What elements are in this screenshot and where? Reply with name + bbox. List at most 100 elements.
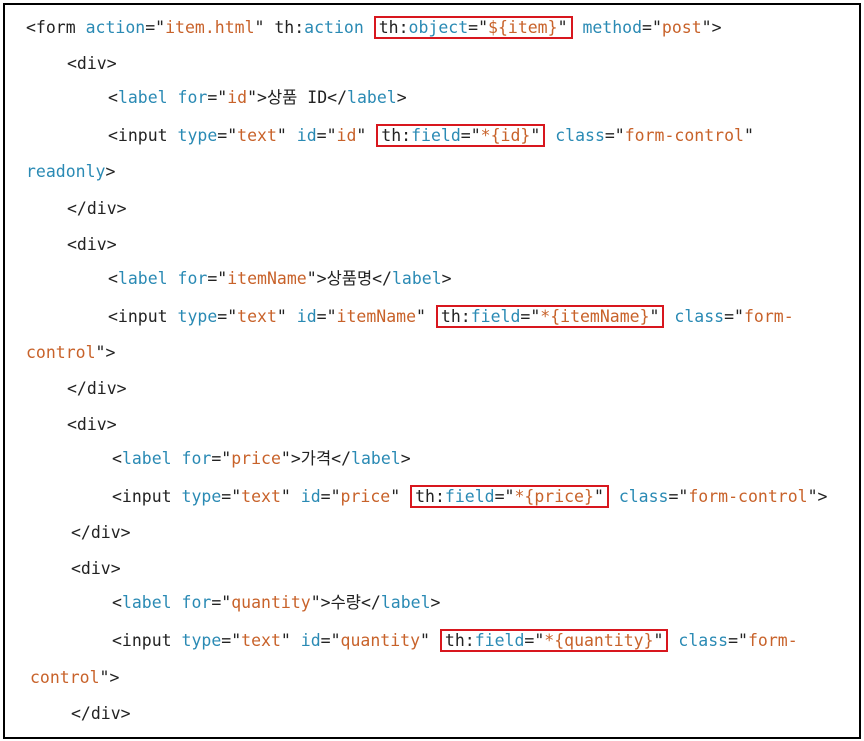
code-token: id xyxy=(296,307,317,326)
code-token: type xyxy=(177,307,218,326)
code-token: <input xyxy=(108,307,178,326)
code-token: price xyxy=(231,449,281,468)
code-token: " xyxy=(649,307,660,326)
code-token: id xyxy=(296,126,317,145)
code-token: < xyxy=(112,593,122,612)
code-token: type xyxy=(181,631,222,650)
code-token: field xyxy=(411,126,461,145)
code-line: <input type="text" id="quantity" th:fiel… xyxy=(112,629,798,652)
code-token: text xyxy=(237,307,277,326)
code-token: quantity xyxy=(340,631,421,650)
code-line: <input type="text" id="id" th:field="*{i… xyxy=(108,124,754,147)
code-token: " xyxy=(416,307,436,326)
code-line: <input type="text" id="price" th:field="… xyxy=(112,485,828,508)
code-line: </div> xyxy=(67,198,127,220)
code-token: label xyxy=(347,88,397,107)
code-token: " xyxy=(530,126,541,145)
code-token: =" xyxy=(320,631,341,650)
code-token: th: xyxy=(415,487,445,506)
code-token: =" xyxy=(217,307,238,326)
highlight-box: th:field="*{price}" xyxy=(410,485,609,508)
code-token: text xyxy=(241,487,281,506)
code-token: " xyxy=(557,18,568,37)
code-token: "> xyxy=(807,487,828,506)
code-token: =" xyxy=(217,126,238,145)
code-token: " xyxy=(276,126,297,145)
code-line: <div> xyxy=(67,414,117,436)
code-token: =" xyxy=(221,487,242,506)
code-token: id xyxy=(336,126,357,145)
code-token: quantity xyxy=(231,593,311,612)
code-token: " xyxy=(356,126,377,145)
code-token: =" xyxy=(460,126,481,145)
code-token: for xyxy=(181,449,212,468)
code-token: =" xyxy=(468,18,489,37)
code-token: th: xyxy=(381,126,412,145)
code-token: =" xyxy=(724,307,744,326)
code-token: id xyxy=(300,487,321,506)
code-token: th: xyxy=(440,307,471,326)
code-block: <form action="item.html" th:action th:ob… xyxy=(0,0,864,741)
code-token: post xyxy=(661,18,702,37)
code-token: form- xyxy=(743,307,794,326)
code-token: "> xyxy=(95,343,116,362)
code-token: <div> xyxy=(67,54,117,73)
code-token: form- xyxy=(747,631,798,650)
code-line: <label for="price">가격</label> xyxy=(112,448,411,470)
code-token: label xyxy=(121,449,182,468)
code-token: class xyxy=(555,126,605,145)
code-token: for xyxy=(177,269,208,288)
code-line: <div> xyxy=(67,234,117,256)
code-token: "> xyxy=(99,668,120,687)
code-token: =" xyxy=(642,18,662,37)
code-token: field xyxy=(444,487,495,506)
code-token: label xyxy=(392,269,442,288)
code-token: =" xyxy=(668,487,689,506)
code-token: th: xyxy=(444,631,475,650)
code-token: <input xyxy=(112,631,182,650)
code-token: *{quantity} xyxy=(544,631,654,650)
code-token: readonly xyxy=(26,162,106,181)
code-line: control"> xyxy=(26,342,115,364)
code-token: action xyxy=(304,18,374,37)
code-token: " xyxy=(653,631,664,650)
code-token: " xyxy=(280,487,301,506)
code-token: ">가격</ xyxy=(280,449,352,468)
code-token: ">수량</ xyxy=(310,593,381,612)
code-token: =" xyxy=(207,88,228,107)
code-token: *{price} xyxy=(514,487,594,506)
code-token: form-control xyxy=(624,126,744,145)
code-token: control xyxy=(30,668,100,687)
code-token: action xyxy=(85,18,146,37)
code-token: </div> xyxy=(71,523,131,542)
code-token: " xyxy=(420,631,440,650)
highlight-box: th:field="*{id}" xyxy=(376,124,546,147)
code-token: =" xyxy=(211,449,232,468)
highlight-box: th:field="*{itemName}" xyxy=(435,305,665,328)
highlight-box: th:field="*{quantity}" xyxy=(439,629,669,652)
code-token: text xyxy=(241,631,281,650)
highlight-box: th:object="${item}" xyxy=(373,16,573,39)
code-line: <div> xyxy=(71,558,121,580)
code-token: label xyxy=(121,593,182,612)
code-token: th: xyxy=(378,18,409,37)
code-token: =" xyxy=(728,631,748,650)
code-token: ">상품명</ xyxy=(306,269,392,288)
code-line: <label for="quantity">수량</label> xyxy=(112,592,440,614)
code-line: <label for="id">상품 ID</label> xyxy=(108,87,407,109)
code-token: =" xyxy=(221,631,242,650)
code-token: " xyxy=(743,126,754,145)
code-token: " xyxy=(390,487,411,506)
code-line: <div> xyxy=(67,53,117,75)
code-token: " xyxy=(276,307,297,326)
code-token: <div> xyxy=(67,235,117,254)
code-token: "> xyxy=(701,18,722,37)
code-token: =" xyxy=(316,307,337,326)
code-token: =" xyxy=(520,307,541,326)
code-token: <input xyxy=(112,487,182,506)
code-token: *{itemName} xyxy=(540,307,650,326)
